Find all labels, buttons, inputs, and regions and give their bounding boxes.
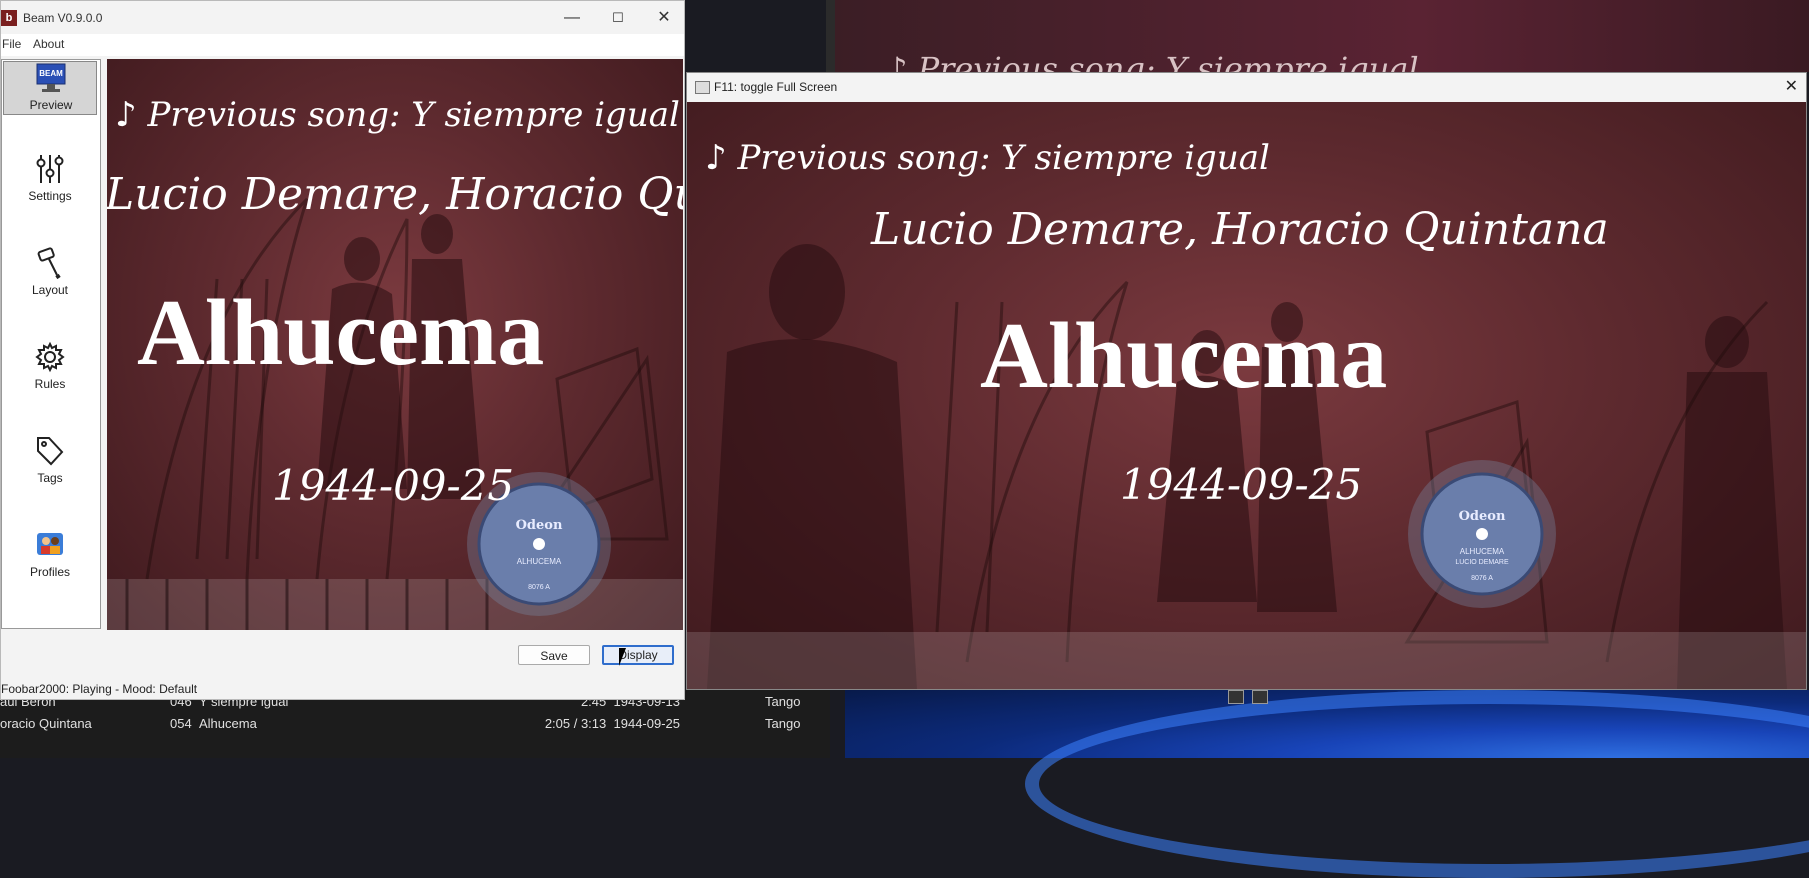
- sidebar-item-label: Preview: [29, 98, 73, 112]
- mouse-cursor: [619, 648, 633, 666]
- window-title: Beam V0.9.0.0: [23, 11, 103, 25]
- playlist: aúl Berón 046 Y siempre igual 2:45 1943-…: [0, 690, 830, 758]
- date-text: 1944-09-25: [1120, 460, 1363, 509]
- track-genre: Tango: [765, 716, 801, 731]
- desktop-wallpaper: [845, 690, 1809, 878]
- status-bar: Foobar2000: Playing - Mood: Default: [1, 682, 198, 696]
- artist-text: Lucio Demare, Horacio Quintana: [871, 204, 1609, 255]
- sidebar-item-label: Profiles: [29, 565, 70, 579]
- artist-text: Lucio Demare, Horacio Quintana: [107, 169, 683, 220]
- fullscreen-poster: Odeon ALHUCEMA LUCIO DEMARE 8076 A ♪ Pre…: [687, 102, 1806, 689]
- sliders-icon: [36, 155, 64, 183]
- track-number: 054: [170, 716, 192, 731]
- sidebar-item-layout[interactable]: Layout: [3, 247, 97, 301]
- song-title-text: Alhucema: [137, 281, 545, 385]
- svg-text:BEAM: BEAM: [39, 69, 63, 78]
- brush-icon: [37, 247, 61, 279]
- background-window: ♪ Previous song: Y siempre igual: [835, 0, 1809, 88]
- sidebar-item-preview[interactable]: BEAM Preview: [3, 61, 97, 115]
- sidebar-item-label: Layout: [31, 283, 69, 297]
- vinyl-record: Odeon ALHUCEMA LUCIO DEMARE 8076 A: [1408, 460, 1556, 608]
- sidebar-item-profiles[interactable]: Profiles: [3, 529, 97, 583]
- menu-file[interactable]: File: [2, 37, 21, 51]
- sidebar-item-label: Settings: [28, 189, 72, 203]
- preview-panel: Odeon ALHUCEMA 8076 A ♪ Previous song: Y…: [107, 59, 683, 630]
- song-title-text: Alhucema: [980, 304, 1388, 408]
- close-button[interactable]: ✕: [1785, 76, 1798, 96]
- record-label: Odeon: [1459, 509, 1506, 524]
- sidebar-item-settings[interactable]: Settings: [3, 153, 97, 207]
- previous-song-text: ♪ Previous song: Y siempre igual: [705, 138, 1270, 178]
- sidebar-item-label: Tags: [37, 471, 63, 485]
- title-bar[interactable]: b Beam V0.9.0.0 — ☐ ✕: [1, 1, 684, 34]
- record-title: ALHUCEMA: [1460, 547, 1505, 556]
- table-row[interactable]: oracio Quintana 054 Alhucema 2:05 / 3:13…: [0, 716, 830, 738]
- save-button[interactable]: Save: [518, 645, 590, 665]
- grid-view-icon[interactable]: [1252, 690, 1268, 704]
- window-icon: [695, 81, 710, 94]
- sidebar-item-rules[interactable]: Rules: [3, 341, 97, 395]
- display-button[interactable]: Display: [602, 645, 674, 665]
- sidebar: BEAM Preview Settings Layout Rules Tags …: [1, 59, 101, 629]
- sidebar-item-label: Rules: [34, 377, 66, 391]
- view-toggle-icons[interactable]: [1228, 690, 1268, 704]
- record-catalog: 8076 A: [1471, 575, 1493, 582]
- previous-song-text: ♪ Previous song: Y siempre igual: [115, 95, 680, 135]
- minimize-button[interactable]: —: [549, 1, 595, 34]
- menu-about[interactable]: About: [33, 37, 64, 51]
- track-genre: Tango: [765, 694, 801, 709]
- fullscreen-window-title: F11: toggle Full Screen: [714, 80, 838, 94]
- record-catalog: 8076 A: [528, 584, 550, 591]
- track-time: 2:05 / 3:13 1944-09-25: [520, 716, 680, 731]
- tag-icon: [37, 437, 64, 466]
- fullscreen-title-bar[interactable]: F11: toggle Full Screen ✕: [687, 73, 1806, 102]
- close-button[interactable]: ✕: [641, 1, 687, 34]
- fullscreen-window: F11: toggle Full Screen ✕ Odeon ALHUCEMA…: [686, 72, 1807, 690]
- gear-icon: [35, 341, 65, 373]
- track-title: Alhucema: [199, 716, 257, 731]
- track-date: 1944-09-25: [613, 716, 681, 731]
- list-view-icon[interactable]: [1228, 690, 1244, 704]
- app-icon: b: [1, 10, 17, 26]
- record-title: ALHUCEMA: [517, 557, 562, 566]
- record-label: Odeon: [516, 518, 563, 533]
- sidebar-item-tags[interactable]: Tags: [3, 435, 97, 489]
- people-icon: [37, 533, 63, 555]
- date-text: 1944-09-25: [272, 461, 515, 510]
- monitor-icon: BEAM: [36, 63, 66, 92]
- menu-bar: File About: [1, 34, 684, 56]
- beam-window: b Beam V0.9.0.0 — ☐ ✕ File About BEAM Pr…: [0, 0, 685, 700]
- maximize-button[interactable]: ☐: [595, 1, 641, 34]
- track-duration: 2:05 / 3:13: [544, 716, 607, 731]
- track-artist: oracio Quintana: [0, 716, 92, 731]
- record-artist: LUCIO DEMARE: [1455, 559, 1509, 566]
